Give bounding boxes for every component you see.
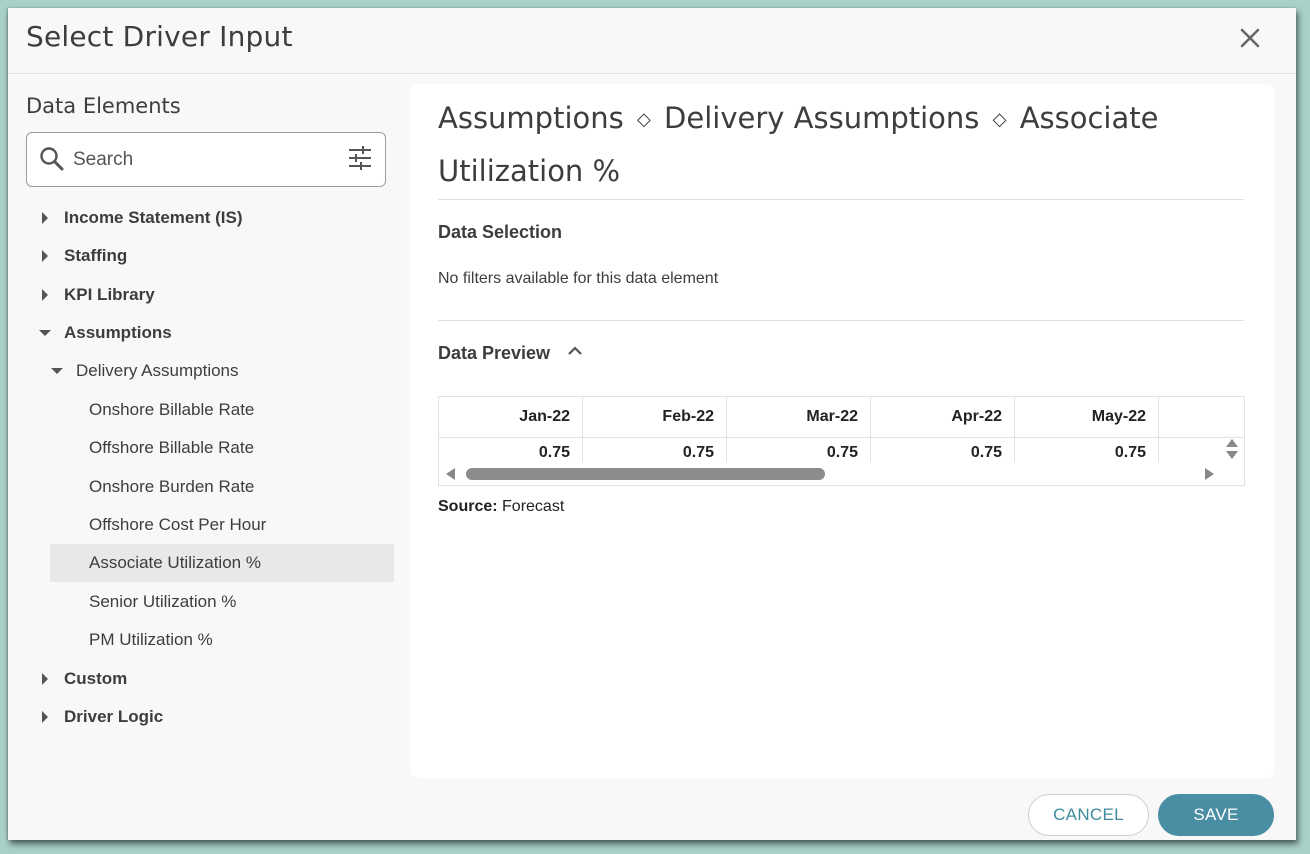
search-icon [40, 147, 64, 171]
tree-item-label: Delivery Assumptions [76, 361, 239, 380]
search-input[interactable] [71, 143, 335, 177]
select-driver-input-dialog: Select Driver Input Data Elements Search… [8, 8, 1296, 840]
filter-settings-icon[interactable] [347, 145, 373, 171]
no-filters-message: No filters available for this data eleme… [438, 270, 719, 287]
close-icon [1240, 28, 1260, 48]
tree-item-label: Offshore Cost Per Hour [89, 515, 267, 534]
data-elements-title: Data Elements [26, 94, 181, 118]
divider [438, 320, 1244, 321]
grid-cell: 0.75 [583, 438, 727, 462]
grid-cell: 0.75 [727, 438, 871, 462]
breadcrumb-item: Associate [1019, 101, 1159, 135]
caret-right-icon [42, 711, 48, 723]
grid-column-header[interactable]: May-22 [1015, 397, 1159, 437]
breadcrumb-item-wrap: Utilization % [438, 154, 621, 188]
close-button[interactable] [1236, 24, 1264, 52]
grid-column-header[interactable]: J [1159, 397, 1244, 437]
chevron-up-icon[interactable] [566, 342, 584, 360]
caret-down-icon [51, 368, 63, 374]
tree-item-label: Staffing [64, 246, 128, 265]
grid-column-header[interactable]: Apr-22 [871, 397, 1015, 437]
breadcrumb-item: Assumptions [438, 101, 624, 135]
data-preview-grid: Jan-22 Feb-22 Mar-22 Apr-22 May-22 J 0.7… [438, 396, 1245, 486]
grid-header-row: Jan-22 Feb-22 Mar-22 Apr-22 May-22 J [439, 397, 1244, 438]
tree-item-label: Driver Logic [64, 707, 164, 726]
data-preview-title: Data Preview [438, 343, 551, 363]
dialog-title: Select Driver Input [26, 20, 293, 53]
source-value: Forecast [502, 498, 565, 515]
scrollbar-thumb[interactable] [466, 468, 825, 480]
tree-item-delivery-assumptions[interactable]: Delivery Assumptions [50, 352, 394, 390]
scroll-right-icon[interactable] [1203, 468, 1215, 480]
tree-item-label: Onshore Billable Rate [89, 400, 255, 419]
tree-item-staffing[interactable]: Staffing [38, 237, 394, 275]
tree-item-onshore-burden-rate[interactable]: Onshore Burden Rate [50, 468, 394, 506]
tree-item-assumptions[interactable]: Assumptions [38, 314, 394, 352]
breadcrumb-separator-icon: ◇ [992, 109, 1007, 130]
tree-item-senior-utilization[interactable]: Senior Utilization % [50, 583, 394, 621]
tree-item-label: Income Statement (IS) [64, 208, 243, 227]
breadcrumb-item: Delivery Assumptions [664, 101, 980, 135]
tree-item-label: Senior Utilization % [89, 592, 237, 611]
grid-cell: 0.75 [439, 438, 583, 462]
grid-column-header[interactable]: Feb-22 [583, 397, 727, 437]
caret-right-icon [42, 289, 48, 301]
source-line: Source: Forecast [438, 498, 564, 516]
horizontal-scrollbar[interactable] [439, 463, 1244, 485]
cancel-button[interactable]: CANCEL [1028, 794, 1149, 836]
tree-item-offshore-cost-per-hour[interactable]: Offshore Cost Per Hour [50, 506, 394, 544]
vertical-scroll-arrows-icon[interactable] [1225, 437, 1239, 463]
divider [438, 199, 1244, 200]
grid-column-header[interactable]: Jan-22 [439, 397, 583, 437]
caret-right-icon [42, 212, 48, 224]
tree-item-label: Associate Utilization % [89, 553, 261, 572]
caret-right-icon [42, 673, 48, 685]
tree-item-label: PM Utilization % [89, 630, 213, 649]
breadcrumb-separator-icon: ◇ [636, 109, 651, 130]
tree-item-offshore-billable-rate[interactable]: Offshore Billable Rate [50, 429, 394, 467]
grid-cell: 0.75 [871, 438, 1015, 462]
save-button[interactable]: SAVE [1158, 794, 1274, 836]
tree-item-onshore-billable-rate[interactable]: Onshore Billable Rate [50, 391, 394, 429]
breadcrumb: Assumptions ◇ Delivery Assumptions ◇ Ass… [438, 94, 1238, 195]
data-selection-title: Data Selection [438, 222, 563, 242]
tree-item-driver-logic[interactable]: Driver Logic [38, 698, 394, 736]
tree-item-pm-utilization[interactable]: PM Utilization % [50, 621, 394, 659]
tree-item-kpi-library[interactable]: KPI Library [38, 276, 394, 314]
tree-item-income-statement[interactable]: Income Statement (IS) [38, 199, 394, 237]
tree-item-custom[interactable]: Custom [38, 660, 394, 698]
search-box [26, 132, 386, 187]
tree-item-label: Custom [64, 669, 128, 688]
caret-right-icon [42, 250, 48, 262]
dialog-header: Select Driver Input [8, 8, 1296, 74]
grid-cell: 0.75 [1015, 438, 1159, 462]
grid-column-header[interactable]: Mar-22 [727, 397, 871, 437]
tree-item-label: Offshore Billable Rate [89, 438, 255, 457]
tree-item-label: Assumptions [64, 323, 172, 342]
grid-data-row: 0.75 0.75 0.75 0.75 0.75 [439, 438, 1244, 462]
caret-down-icon [39, 330, 51, 336]
tree-item-associate-utilization[interactable]: Associate Utilization % [50, 544, 394, 582]
source-label: Source: [438, 498, 498, 515]
scroll-left-icon[interactable] [445, 468, 457, 480]
tree-item-label: KPI Library [64, 285, 155, 304]
detail-panel: Assumptions ◇ Delivery Assumptions ◇ Ass… [410, 84, 1274, 778]
tree-item-label: Onshore Burden Rate [89, 477, 255, 496]
